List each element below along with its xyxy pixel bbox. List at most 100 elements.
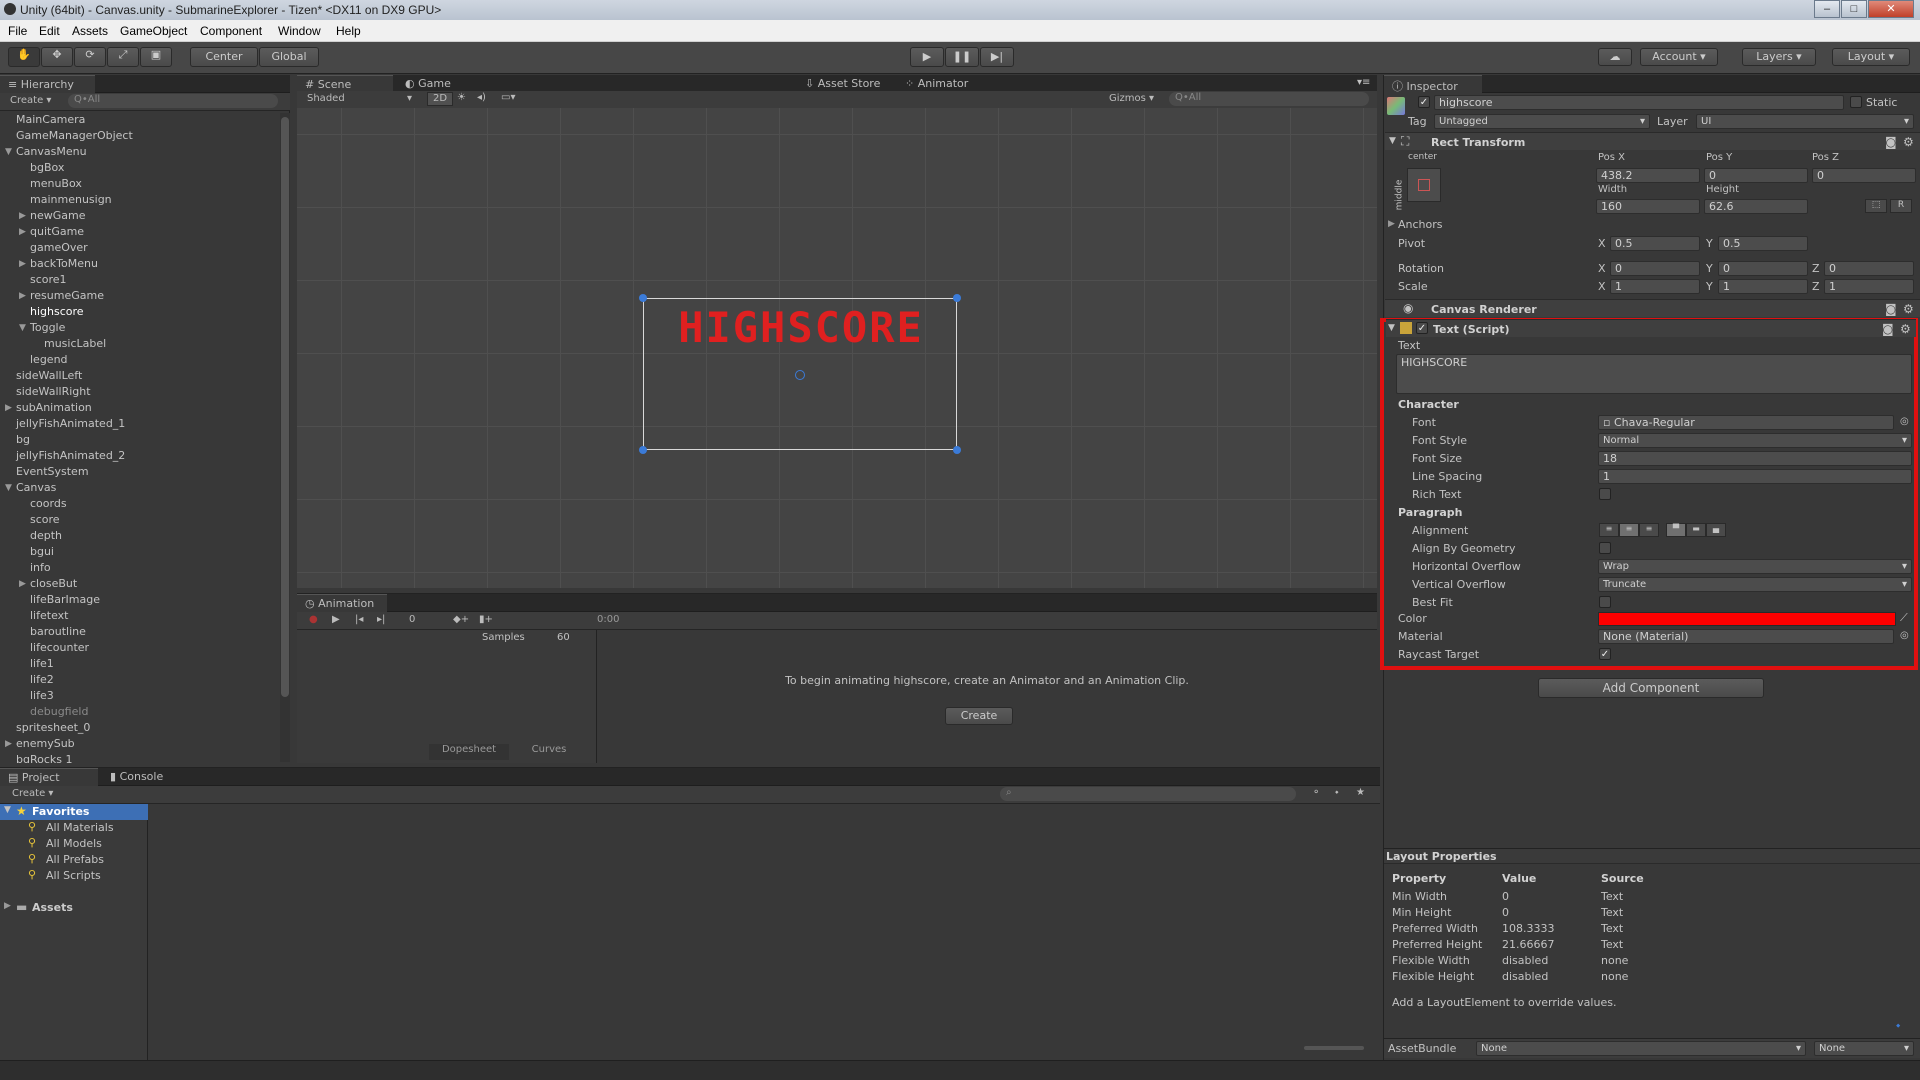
tab-hierarchy[interactable]: ≡ Hierarchy: [0, 75, 95, 93]
tab-animation[interactable]: ◷ Animation: [297, 594, 387, 612]
hierarchy-item[interactable]: bgui: [30, 545, 54, 558]
raw-edit-button[interactable]: R: [1890, 199, 1912, 213]
expand-arrow-icon[interactable]: ▶: [19, 259, 26, 269]
line-spacing-field[interactable]: 1: [1598, 469, 1912, 484]
hierarchy-item[interactable]: mainmenusign: [30, 193, 112, 206]
menu-file[interactable]: File: [8, 24, 27, 38]
align-left-icon[interactable]: ≡: [1599, 523, 1619, 537]
material-field[interactable]: None (Material): [1598, 629, 1894, 644]
hierarchy-item[interactable]: life1: [30, 657, 54, 670]
rich-text-checkbox[interactable]: [1599, 488, 1611, 500]
favorite-item[interactable]: ⚲ All Models: [0, 836, 148, 852]
text-gear-icon[interactable]: ⚙: [1900, 322, 1911, 336]
tab-inspector[interactable]: ⓘ Inspector: [1384, 75, 1482, 93]
hierarchy-item[interactable]: sideWallRight: [16, 385, 91, 398]
favorites-expand-icon[interactable]: ▼: [4, 805, 11, 815]
effects-icon[interactable]: ▭▾: [501, 92, 515, 103]
align-center-icon[interactable]: ≡: [1619, 523, 1639, 537]
pause-icon[interactable]: ❚❚: [945, 47, 979, 67]
scale-z-field[interactable]: 1: [1824, 279, 1914, 294]
hierarchy-item[interactable]: jellyFishAnimated_2: [16, 449, 125, 462]
align-right-icon[interactable]: ≡: [1639, 523, 1659, 537]
hierarchy-item[interactable]: newGame: [30, 209, 85, 222]
hierarchy-item[interactable]: bgRocks 1: [16, 753, 73, 763]
expand-arrow-icon[interactable]: ▶: [19, 291, 26, 301]
expand-arrow-icon[interactable]: ▶: [5, 739, 12, 749]
hierarchy-item[interactable]: musicLabel: [44, 337, 106, 350]
rect-gear-icon[interactable]: ⚙: [1903, 135, 1914, 149]
project-search-input[interactable]: ⌕: [1000, 787, 1296, 801]
rect-transform-bounds[interactable]: HIGHSCORE: [639, 294, 961, 454]
cloud-icon[interactable]: ☁: [1598, 48, 1632, 66]
pivot-y-field[interactable]: 0.5: [1718, 236, 1808, 251]
filter-label-icon[interactable]: ⬩: [1335, 787, 1339, 798]
add-keyframe-icon[interactable]: ◆+: [453, 614, 469, 625]
expand-arrow-icon[interactable]: ▶: [19, 227, 26, 237]
hierarchy-item[interactable]: EventSystem: [16, 465, 89, 478]
menu-component[interactable]: Component: [200, 24, 262, 38]
color-swatch[interactable]: [1598, 612, 1896, 626]
scale-y-field[interactable]: 1: [1718, 279, 1808, 294]
hierarchy-item[interactable]: baroutline: [30, 625, 86, 638]
project-create-button[interactable]: Create ▾: [12, 788, 53, 799]
align-middle-icon[interactable]: ▬: [1686, 523, 1706, 537]
hierarchy-search-input[interactable]: Q•All: [68, 94, 278, 108]
hierarchy-item[interactable]: Canvas: [16, 481, 56, 494]
hierarchy-item[interactable]: MainCamera: [16, 113, 85, 126]
hierarchy-item[interactable]: bg: [16, 433, 30, 446]
align-top-icon[interactable]: ▀: [1666, 523, 1686, 537]
favorite-item[interactable]: ⚲ All Materials: [0, 820, 148, 836]
canvas-renderer-header[interactable]: ◉ Canvas Renderer ◙ ⚙: [1385, 299, 1920, 317]
hierarchy-item[interactable]: score: [30, 513, 60, 526]
hierarchy-item[interactable]: life2: [30, 673, 54, 686]
frame-field[interactable]: 0: [409, 614, 415, 625]
tag-icon[interactable]: ⬩: [1896, 1018, 1900, 1033]
best-fit-checkbox[interactable]: [1599, 596, 1611, 608]
expand-arrow-icon[interactable]: ▶: [19, 211, 26, 221]
menu-gameobject[interactable]: GameObject: [120, 24, 187, 38]
variant-dropdown[interactable]: None ▾: [1814, 1041, 1914, 1056]
layers-dropdown[interactable]: Layers ▾: [1742, 48, 1816, 66]
posz-field[interactable]: 0: [1812, 168, 1916, 183]
play-icon[interactable]: ▶: [910, 47, 944, 67]
lighting-icon[interactable]: ☀: [457, 92, 466, 103]
object-name-input[interactable]: highscore: [1434, 95, 1844, 110]
hierarchy-item[interactable]: subAnimation: [16, 401, 92, 414]
v-overflow-dropdown[interactable]: Truncate ▾: [1598, 577, 1912, 592]
tab-console[interactable]: ▮ Console: [102, 768, 182, 786]
hierarchy-scroll-thumb[interactable]: [281, 117, 289, 697]
text-script-header[interactable]: ▼ ✓ Text (Script) ◙ ⚙: [1386, 319, 1916, 337]
resize-handle-tl[interactable]: [639, 294, 647, 302]
menu-edit[interactable]: Edit: [39, 24, 60, 38]
rect-transform-header[interactable]: ▼ ⛶ Rect Transform ◙ ⚙: [1385, 132, 1920, 150]
text-enabled-checkbox[interactable]: ✓: [1416, 322, 1428, 334]
favorite-star-icon[interactable]: ★: [1356, 787, 1365, 798]
height-field[interactable]: 62.6: [1704, 199, 1808, 214]
font-picker-icon[interactable]: ◎: [1900, 416, 1909, 427]
active-checkbox[interactable]: ✓: [1418, 96, 1430, 108]
rot-z-field[interactable]: 0: [1824, 261, 1914, 276]
font-field[interactable]: ▫ Chava-Regular: [1598, 415, 1894, 430]
expand-arrow-icon[interactable]: ▼: [19, 323, 26, 333]
hierarchy-item[interactable]: lifetext: [30, 609, 68, 622]
scale-tool-icon[interactable]: ⤢: [107, 47, 139, 67]
filter-type-icon[interactable]: ⚬: [1312, 787, 1320, 798]
hierarchy-item[interactable]: bgBox: [30, 161, 64, 174]
audio-icon[interactable]: ◂): [477, 92, 486, 103]
material-picker-icon[interactable]: ◎: [1900, 630, 1909, 641]
rotate-tool-icon[interactable]: ⟳: [74, 47, 106, 67]
hierarchy-item[interactable]: debugfield: [30, 705, 88, 718]
text-help-icon[interactable]: ◙: [1882, 322, 1894, 336]
dopesheet-tab[interactable]: Dopesheet: [429, 744, 509, 760]
h-overflow-dropdown[interactable]: Wrap ▾: [1598, 559, 1912, 574]
layer-dropdown[interactable]: UI ▾: [1696, 114, 1914, 129]
text-content-input[interactable]: HIGHSCORE: [1396, 354, 1912, 394]
font-size-field[interactable]: 18: [1598, 451, 1912, 466]
hierarchy-item[interactable]: legend: [30, 353, 68, 366]
rect-help-icon[interactable]: ◙: [1885, 135, 1897, 149]
hierarchy-create-button[interactable]: Create ▾: [10, 95, 51, 106]
static-checkbox[interactable]: [1850, 96, 1862, 108]
move-tool-icon[interactable]: ✥: [41, 47, 73, 67]
shading-dropdown[interactable]: Shaded ▾: [307, 93, 417, 104]
hierarchy-item[interactable]: score1: [30, 273, 67, 286]
